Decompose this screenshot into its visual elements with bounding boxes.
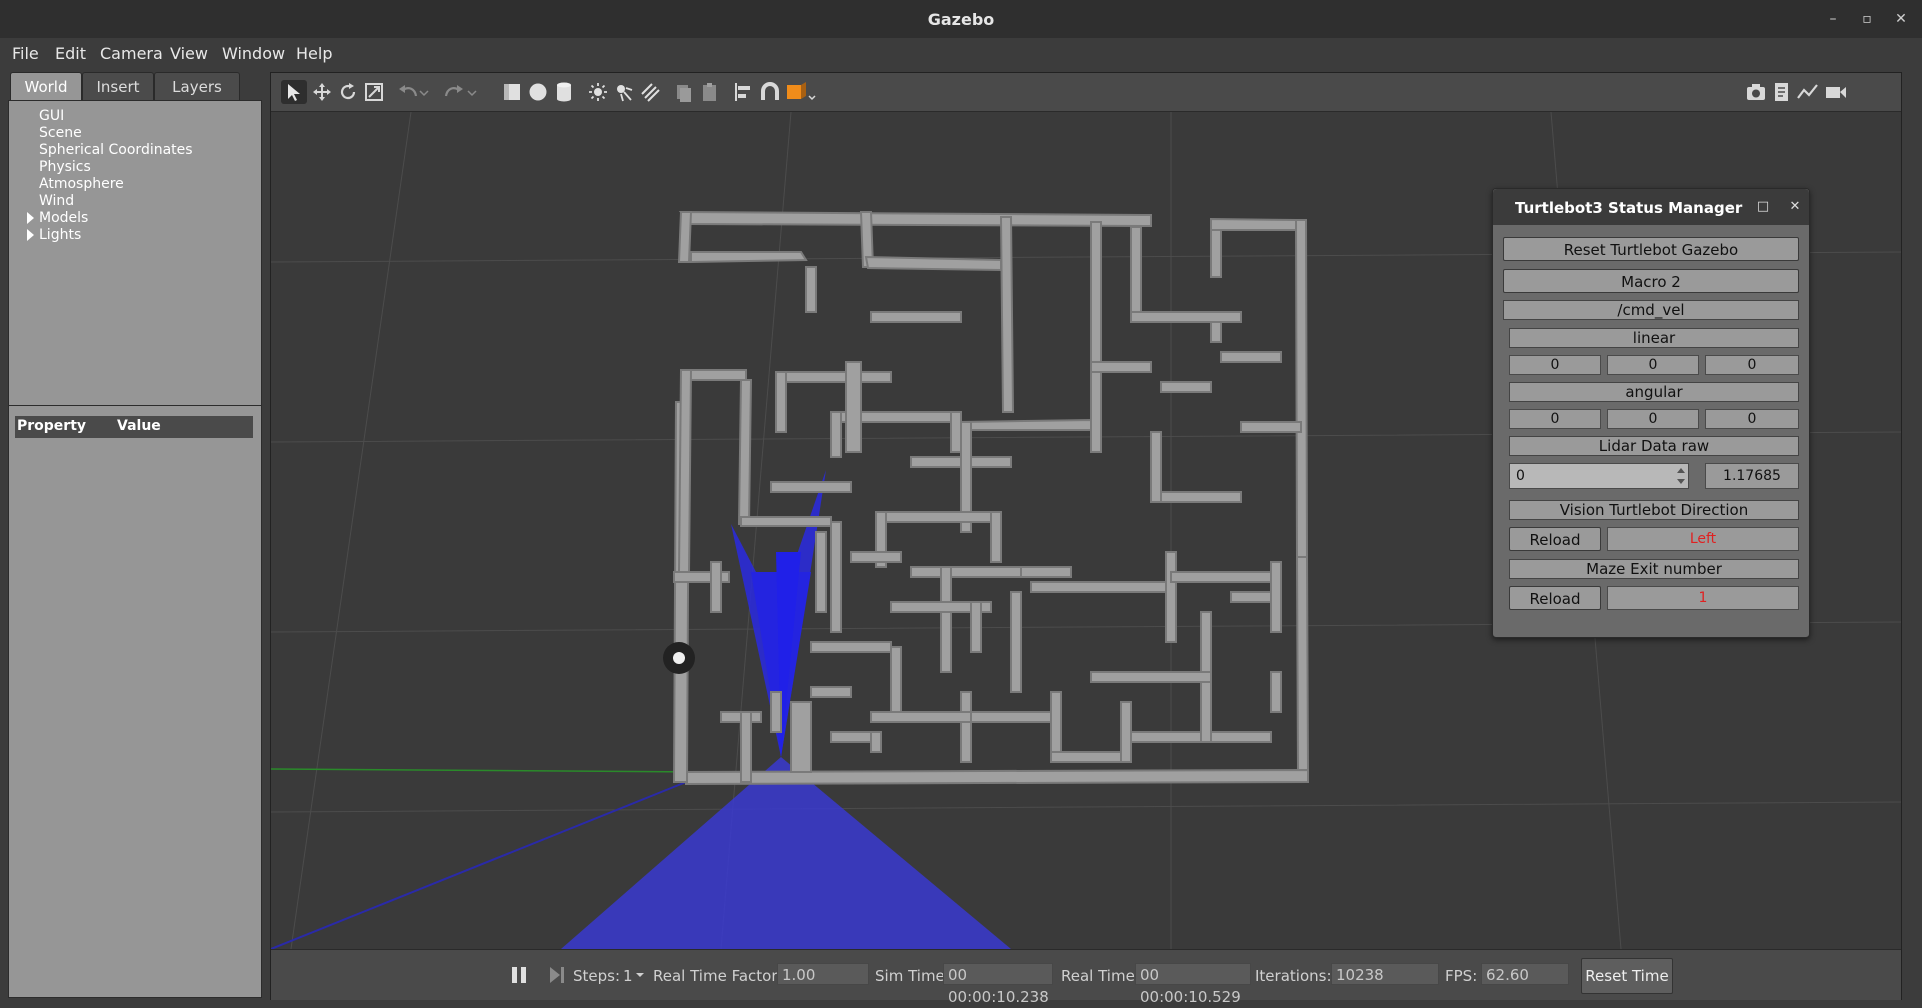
align-icon[interactable] <box>731 80 757 104</box>
menu-view[interactable]: View <box>170 44 208 63</box>
redo-dropdown-icon[interactable] <box>465 80 479 104</box>
close-icon[interactable]: ✕ <box>1785 197 1805 217</box>
cmd-vel-label: /cmd_vel <box>1503 300 1799 320</box>
vision-reload-button[interactable]: Reload <box>1509 527 1601 551</box>
maze-exit-value: 1 <box>1607 586 1799 610</box>
linear-x-field[interactable]: 0 <box>1509 355 1601 375</box>
minimize-icon[interactable]: – <box>1719 197 1739 217</box>
directional-light-icon[interactable] <box>637 80 663 104</box>
tab-insert[interactable]: Insert <box>82 72 154 101</box>
real-time-factor-value: 1.00 <box>777 963 869 985</box>
steps-dropdown-icon[interactable] <box>635 970 645 980</box>
sphere-icon[interactable] <box>525 80 551 104</box>
record-icon[interactable] <box>1823 80 1849 104</box>
screenshot-icon[interactable] <box>1743 80 1769 104</box>
plot-icon[interactable] <box>1795 80 1821 104</box>
status-manager-titlebar[interactable]: Turtlebot3 Status Manager – □ ✕ <box>1493 189 1809 225</box>
angular-x-field[interactable]: 0 <box>1509 409 1601 429</box>
tree-item-physics[interactable]: Physics <box>39 159 91 175</box>
view-angle-icon[interactable] <box>783 80 817 104</box>
macro-button[interactable]: Macro 2 <box>1503 269 1799 293</box>
reset-time-button[interactable]: Reset Time <box>1581 958 1673 994</box>
rotate-icon[interactable] <box>335 80 361 104</box>
menu-edit[interactable]: Edit <box>55 44 86 63</box>
snap-icon[interactable] <box>757 80 783 104</box>
lidar-index-spinbox[interactable]: 0 <box>1509 463 1689 489</box>
scale-icon[interactable] <box>361 80 387 104</box>
linear-y-field[interactable]: 0 <box>1607 355 1699 375</box>
close-icon[interactable]: ✕ <box>1890 8 1912 30</box>
translate-icon[interactable] <box>309 80 335 104</box>
angular-label: angular <box>1509 382 1799 402</box>
redo-icon[interactable] <box>441 80 467 104</box>
copy-icon[interactable] <box>671 80 697 104</box>
window-title: Gazebo <box>927 10 995 29</box>
menu-bar: File Edit Camera View Window Help <box>0 38 1922 68</box>
menu-window[interactable]: Window <box>222 44 285 63</box>
reset-turtlebot-button[interactable]: Reset Turtlebot Gazebo <box>1503 237 1799 261</box>
pause-icon[interactable] <box>509 964 529 986</box>
maximize-icon[interactable]: □ <box>1753 197 1773 217</box>
menu-file[interactable]: File <box>12 44 39 63</box>
bottom-bar: Steps: 1 Real Time Factor: 1.00 Sim Time… <box>271 949 1901 1006</box>
property-header: Property Value <box>15 416 253 438</box>
lidar-value-field: 1.17685 <box>1705 463 1799 489</box>
tree-item-wind[interactable]: Wind <box>39 193 74 209</box>
linear-label: linear <box>1509 328 1799 348</box>
tree-item-atmosphere[interactable]: Atmosphere <box>39 176 124 192</box>
tree-item-lights[interactable]: Lights <box>39 227 81 243</box>
vision-direction-label: Vision Turtlebot Direction <box>1509 500 1799 520</box>
tab-world[interactable]: World <box>10 72 82 101</box>
steps-value[interactable]: 1 <box>623 967 633 985</box>
menu-help[interactable]: Help <box>296 44 332 63</box>
tab-layers[interactable]: Layers <box>154 72 240 101</box>
toolbar <box>271 73 1901 112</box>
real-time-label: Real Time: <box>1061 967 1140 985</box>
real-time-factor-label: Real Time Factor: <box>653 967 783 985</box>
spinbox-arrows-icon[interactable] <box>1675 465 1687 487</box>
steps-label: Steps: <box>573 967 621 985</box>
linear-z-field[interactable]: 0 <box>1705 355 1799 375</box>
angular-y-field[interactable]: 0 <box>1607 409 1699 429</box>
expand-arrow-icon[interactable] <box>27 212 34 224</box>
step-icon[interactable] <box>547 964 567 986</box>
sim-time-label: Sim Time: <box>875 967 950 985</box>
property-panel: Property Value <box>8 405 262 998</box>
real-time-value: 00 00:00:10.529 <box>1135 963 1251 1006</box>
tree-item-scene[interactable]: Scene <box>39 125 82 141</box>
iterations-value: 10238 <box>1331 963 1439 985</box>
cylinder-icon[interactable] <box>551 80 577 104</box>
fps-value: 62.60 <box>1481 963 1569 985</box>
maze-reload-button[interactable]: Reload <box>1509 586 1601 610</box>
window-titlebar: Gazebo – ▫ ✕ <box>0 0 1922 39</box>
vision-direction-value: Left <box>1607 527 1799 551</box>
world-tree: GUI Scene Spherical Coordinates Physics … <box>8 100 262 407</box>
turtlebot-robot[interactable] <box>663 642 695 674</box>
iterations-label: Iterations: <box>1255 967 1332 985</box>
left-panel: World Insert Layers GUI Scene Spherical … <box>8 72 262 998</box>
fps-label: FPS: <box>1445 967 1478 985</box>
lidar-data-label: Lidar Data raw <box>1509 436 1799 456</box>
point-light-icon[interactable] <box>585 80 611 104</box>
box-icon[interactable] <box>499 80 525 104</box>
select-icon[interactable] <box>281 80 307 104</box>
maze-exit-label: Maze Exit number <box>1509 559 1799 579</box>
value-column-header: Value <box>117 418 161 434</box>
undo-dropdown-icon[interactable] <box>417 80 431 104</box>
minimize-icon[interactable]: – <box>1822 8 1844 30</box>
tree-item-gui[interactable]: GUI <box>39 108 64 124</box>
angular-z-field[interactable]: 0 <box>1705 409 1799 429</box>
tree-item-models[interactable]: Models <box>39 210 88 226</box>
menu-camera[interactable]: Camera <box>100 44 163 63</box>
spot-light-icon[interactable] <box>611 80 637 104</box>
status-manager-window: Turtlebot3 Status Manager – □ ✕ Reset Tu… <box>1492 188 1810 638</box>
maximize-icon[interactable]: ▫ <box>1856 8 1878 30</box>
sim-time-value: 00 00:00:10.238 <box>943 963 1053 1006</box>
tree-item-spherical-coordinates[interactable]: Spherical Coordinates <box>39 142 193 158</box>
paste-icon[interactable] <box>697 80 723 104</box>
status-manager-title: Turtlebot3 Status Manager <box>1515 199 1743 217</box>
expand-arrow-icon[interactable] <box>27 229 34 241</box>
property-column-header: Property <box>17 418 87 434</box>
log-icon[interactable] <box>1769 80 1795 104</box>
